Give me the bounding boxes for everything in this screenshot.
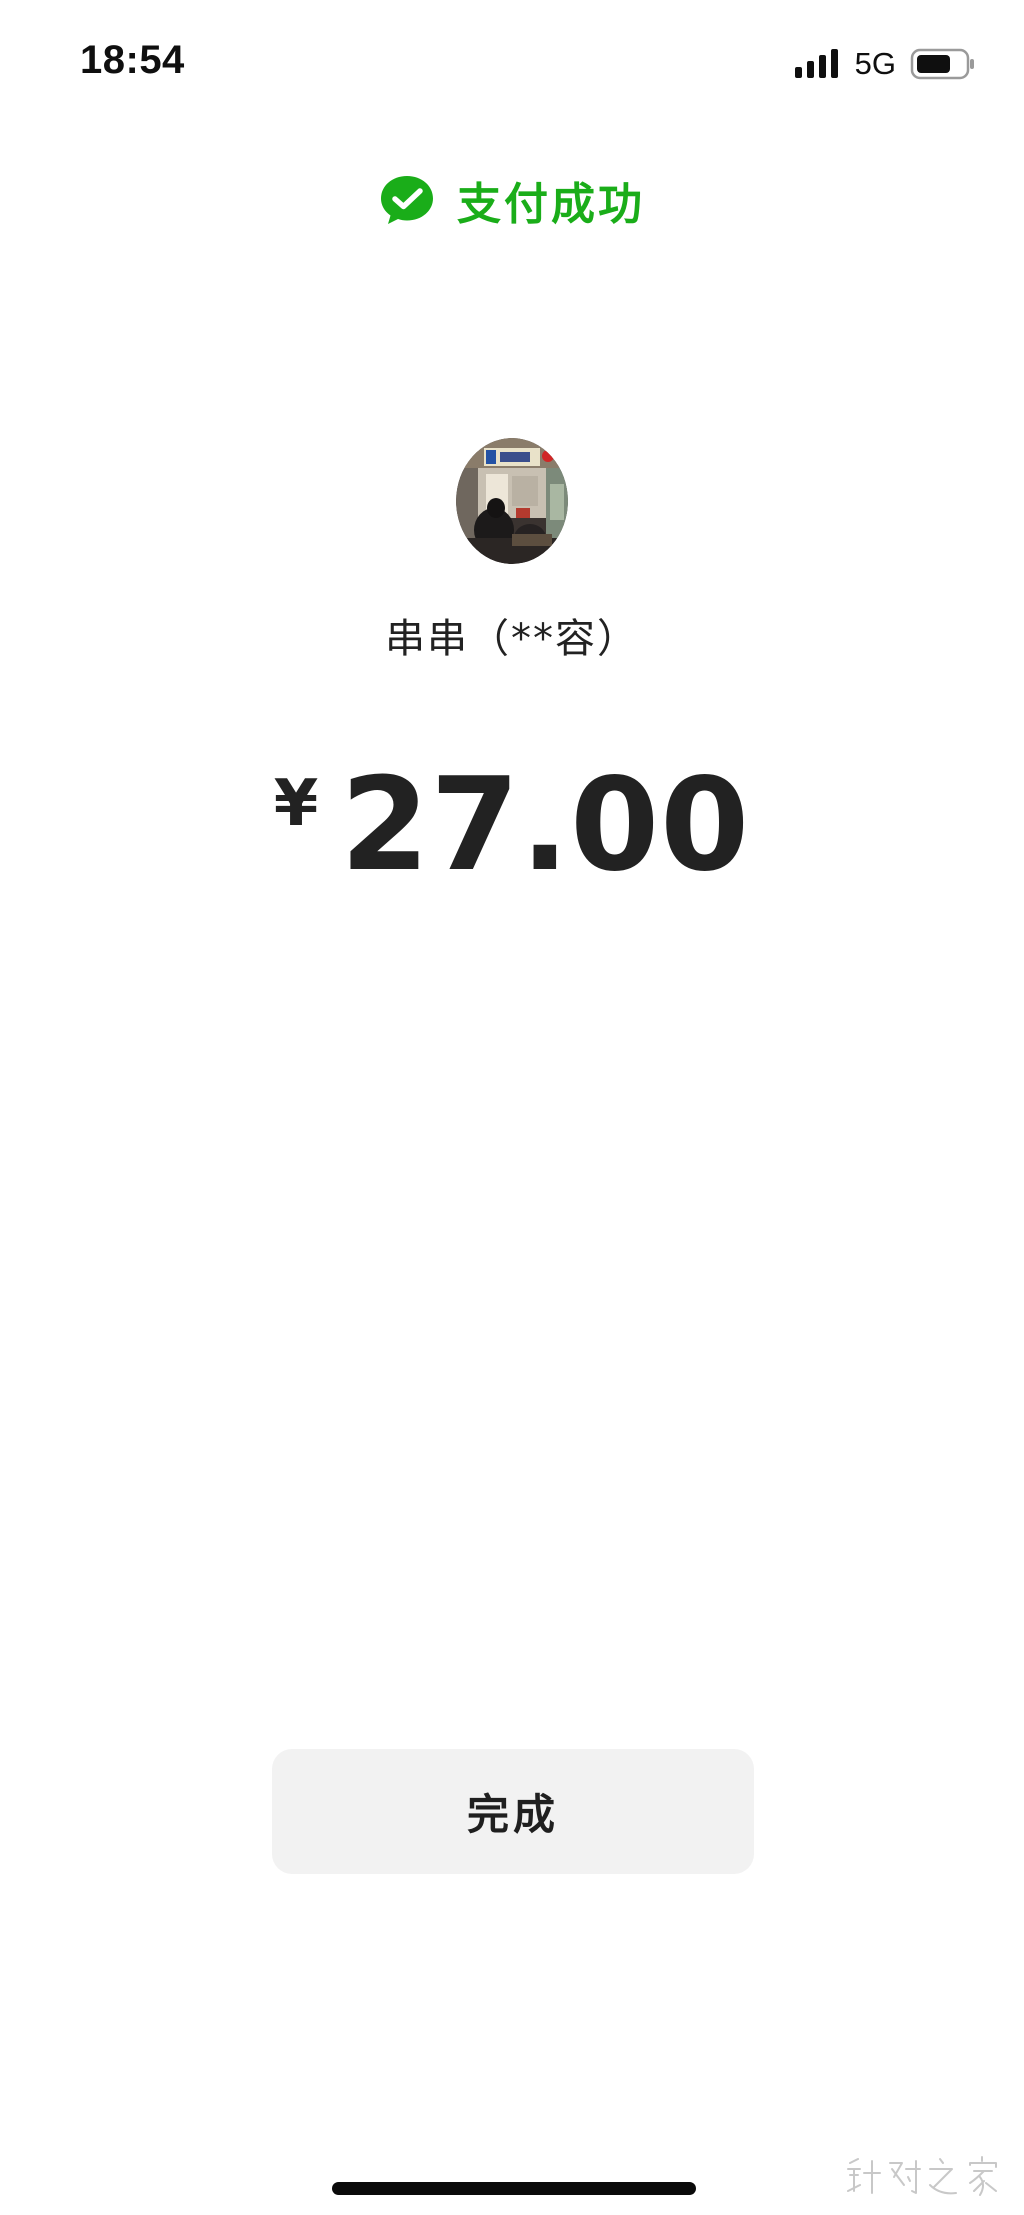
payment-status-title: 支付成功 (457, 179, 645, 230)
payment-success-header: 支付成功 (0, 168, 1024, 232)
done-button-label: 完成 (466, 1790, 559, 1839)
status-time: 18:54 (80, 38, 185, 82)
signal-bars-icon (794, 49, 838, 78)
network-type-label: 5G (854, 46, 896, 81)
status-icons: 5G (793, 44, 976, 84)
currency-symbol: ¥ (273, 767, 319, 841)
done-button[interactable]: 完成 (272, 1749, 754, 1874)
wechat-pay-check-icon (381, 176, 433, 224)
amount-value: 27.00 (340, 751, 751, 900)
home-indicator[interactable] (332, 2182, 696, 2195)
merchant-avatar (456, 438, 568, 564)
payment-amount: ¥ 27.00 (0, 738, 1024, 890)
merchant-name: 串串（**容） (385, 616, 639, 662)
watermark-logo (847, 2156, 997, 2196)
battery-icon (910, 48, 974, 80)
